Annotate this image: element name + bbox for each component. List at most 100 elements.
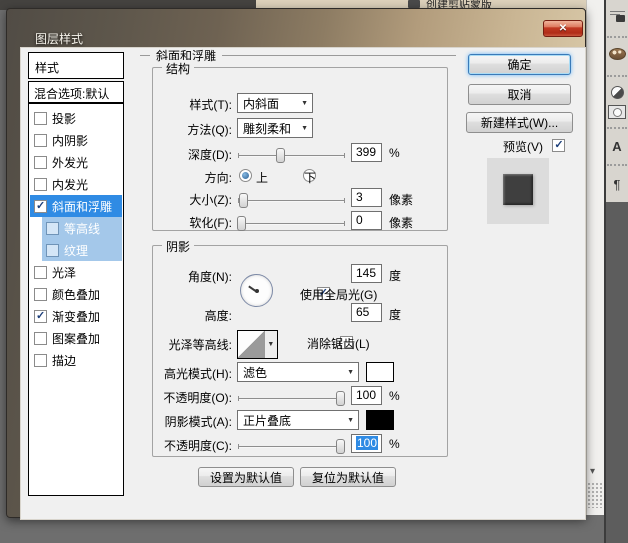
soften-slider[interactable] (238, 223, 345, 225)
sidebar-item-stroke[interactable]: 描边 (30, 349, 122, 371)
slider-thumb[interactable] (237, 216, 246, 231)
chevron-down-icon[interactable]: ▼ (264, 331, 277, 358)
direction-label: 方向: (150, 169, 232, 186)
altitude-unit: 度 (389, 306, 401, 323)
slider-thumb[interactable] (239, 193, 248, 208)
make-default-button[interactable]: 设置为默认值 (198, 467, 294, 487)
depth-slider[interactable] (238, 155, 345, 157)
character-icon[interactable]: A (608, 138, 626, 154)
sidebar-item-blending-options[interactable]: 混合选项:默认 (28, 81, 124, 103)
checkbox[interactable] (46, 244, 59, 257)
sidebar-item-gradient-overlay[interactable]: 渐变叠加 (30, 305, 122, 327)
dock-separator (607, 75, 627, 77)
highlight-opacity-slider[interactable] (238, 398, 345, 400)
shadow-opacity-input[interactable]: 100 (351, 434, 382, 453)
checkbox[interactable] (46, 222, 59, 235)
depth-label: 深度(D): (150, 146, 232, 163)
highlight-color-swatch[interactable] (366, 362, 394, 382)
soften-input[interactable]: 0 (351, 211, 382, 230)
technique-select[interactable]: 雕刻柔和 ▼ (237, 118, 313, 138)
dock-separator (607, 36, 627, 38)
chevron-down-icon[interactable]: ▼ (301, 100, 308, 107)
cancel-button[interactable]: 取消 (468, 84, 571, 105)
scrollbar-strip[interactable] (586, 0, 604, 515)
checkbox[interactable] (34, 332, 47, 345)
structure-legend: 结构 (162, 60, 194, 77)
adjustments-icon[interactable] (608, 84, 626, 100)
sidebar-item-satin[interactable]: 光泽 (30, 261, 122, 283)
soften-label: 软化(F): (150, 214, 232, 231)
scroll-down-icon[interactable]: ▾ (590, 466, 595, 477)
checkbox[interactable] (34, 310, 47, 323)
tool-presets-icon[interactable] (608, 8, 626, 24)
dialog-title: 图层样式 (35, 30, 83, 47)
resize-grip[interactable] (587, 482, 604, 508)
preview-checkbox[interactable] (552, 139, 565, 152)
contour-thumbnail (238, 331, 264, 358)
style-select[interactable]: 内斜面 ▼ (237, 93, 313, 113)
checkbox[interactable] (34, 288, 47, 301)
size-unit: 像素 (389, 191, 413, 208)
chevron-down-icon[interactable]: ▼ (301, 125, 308, 132)
shadow-mode-select[interactable]: 正片叠底 ▼ (237, 410, 359, 430)
paragraph-icon[interactable]: ¶ (608, 176, 626, 192)
checkbox[interactable] (34, 354, 47, 367)
angle-unit: 度 (389, 267, 401, 284)
sidebar-item-drop-shadow[interactable]: 投影 (30, 107, 122, 129)
sidebar-item-inner-shadow[interactable]: 内阴影 (30, 129, 122, 151)
swatches-icon[interactable] (608, 46, 626, 62)
ok-button[interactable]: 确定 (468, 54, 571, 75)
checkbox[interactable] (34, 266, 47, 279)
slider-thumb[interactable] (276, 148, 285, 163)
checkbox[interactable] (34, 156, 47, 169)
sidebar-item-texture[interactable]: 纹理 (42, 239, 122, 261)
angle-label: 角度(N): (150, 268, 232, 285)
highlight-mode-select[interactable]: 滤色 ▼ (237, 362, 359, 382)
direction-down-label[interactable]: 下 (304, 169, 316, 186)
sidebar-item-inner-glow[interactable]: 内发光 (30, 173, 122, 195)
gloss-contour-picker[interactable]: ▼ (237, 330, 278, 359)
shadow-mode-label: 阴影模式(A): (150, 413, 232, 430)
use-global-light-label[interactable]: 使用全局光(G) (300, 286, 377, 303)
preview-thumbnail (487, 158, 549, 224)
direction-up-label[interactable]: 上 (256, 169, 268, 186)
style-label: 样式(T): (150, 96, 232, 113)
shadow-opacity-label: 不透明度(C): (150, 437, 232, 454)
new-style-button[interactable]: 新建样式(W)... (466, 112, 573, 133)
highlight-opacity-input[interactable]: 100 (351, 386, 382, 405)
checkbox[interactable] (34, 178, 47, 191)
slider-thumb[interactable] (336, 391, 345, 406)
angle-dial[interactable] (240, 274, 273, 307)
antialias-label[interactable]: 消除锯齿(L) (307, 335, 370, 352)
shadow-color-swatch[interactable] (366, 410, 394, 430)
direction-up-radio[interactable] (239, 169, 252, 182)
chevron-down-icon[interactable]: ▼ (347, 369, 354, 376)
styles-header: 样式 (28, 52, 124, 79)
clipping-mask-icon (408, 0, 420, 8)
close-icon[interactable]: ✕ (543, 20, 583, 37)
sidebar-item-color-overlay[interactable]: 颜色叠加 (30, 283, 122, 305)
checkbox[interactable] (34, 112, 47, 125)
sidebar-item-bevel-emboss[interactable]: 斜面和浮雕 (30, 195, 122, 217)
highlight-opacity-unit: % (389, 389, 400, 403)
sidebar-item-contour[interactable]: 等高线 (42, 217, 122, 239)
size-input[interactable]: 3 (351, 188, 382, 207)
altitude-input[interactable]: 65 (351, 303, 382, 322)
shading-legend: 阴影 (162, 238, 194, 255)
checkbox[interactable] (34, 134, 47, 147)
preview-label[interactable]: 预览(V) (503, 138, 543, 155)
dock-separator (607, 164, 627, 166)
altitude-label: 高度: (150, 307, 232, 324)
sidebar-item-pattern-overlay[interactable]: 图案叠加 (30, 327, 122, 349)
masks-icon[interactable] (608, 104, 626, 120)
sidebar-item-outer-glow[interactable]: 外发光 (30, 151, 122, 173)
depth-input[interactable]: 399 (351, 143, 382, 162)
chevron-down-icon[interactable]: ▼ (347, 417, 354, 424)
size-slider[interactable] (238, 200, 345, 202)
checkbox[interactable] (34, 200, 47, 213)
highlight-mode-label: 高光模式(H): (150, 365, 232, 382)
angle-input[interactable]: 145 (351, 264, 382, 283)
reset-default-button[interactable]: 复位为默认值 (300, 467, 396, 487)
shadow-opacity-slider[interactable] (238, 446, 345, 448)
slider-thumb[interactable] (336, 439, 345, 454)
